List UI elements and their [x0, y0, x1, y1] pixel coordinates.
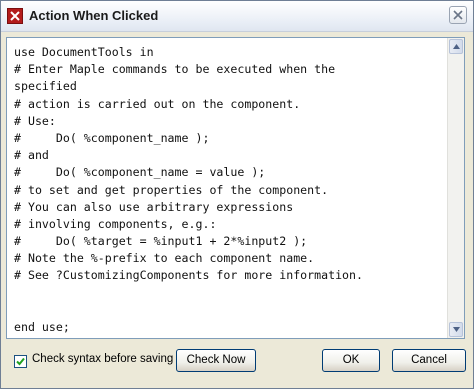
code-line: # and: [14, 148, 49, 163]
cancel-button[interactable]: Cancel: [392, 349, 466, 372]
maple-app-icon: [7, 8, 23, 24]
checkmark-icon: [16, 357, 25, 366]
check-syntax-label[interactable]: Check syntax before saving: [32, 353, 173, 365]
dialog-title: Action When Clicked: [29, 8, 159, 23]
code-line: # See ?CustomizingComponents for more in…: [14, 268, 364, 283]
dialog-footer: Check syntax before saving Check Now OK …: [1, 341, 473, 388]
code-line: end use;: [14, 320, 70, 334]
arrow-down-icon: [453, 327, 460, 332]
code-line: # Do( %component_name );: [14, 130, 210, 145]
check-syntax-checkbox[interactable]: [14, 355, 27, 368]
close-icon: [453, 10, 463, 20]
vertical-scrollbar[interactable]: [447, 38, 464, 338]
code-line: # Do( %component_name = value );: [14, 165, 266, 180]
scroll-down-button[interactable]: [449, 322, 463, 337]
scroll-up-button[interactable]: [449, 39, 463, 54]
action-dialog: Action When Clicked use DocumentTools in…: [0, 0, 474, 389]
code-editor[interactable]: use DocumentTools in # Enter Maple comman…: [6, 37, 465, 339]
title-bar[interactable]: Action When Clicked: [1, 1, 473, 32]
code-line: # Use:: [14, 113, 56, 128]
ok-button[interactable]: OK: [322, 349, 380, 372]
code-text[interactable]: use DocumentTools in # Enter Maple comman…: [14, 44, 444, 336]
code-line: specified: [14, 79, 77, 94]
code-line: # action is carried out on the component…: [14, 96, 301, 111]
close-button[interactable]: [449, 6, 467, 24]
code-line: use DocumentTools in: [14, 45, 154, 59]
code-line: # You can also use arbitrary expressions: [14, 199, 294, 214]
code-line: # involving components, e.g.:: [14, 216, 217, 231]
code-line: # Do( %target = %input1 + 2*%input2 );: [14, 234, 308, 249]
code-line: # to set and get properties of the compo…: [14, 182, 329, 197]
check-now-button[interactable]: Check Now: [176, 349, 256, 372]
arrow-up-icon: [453, 44, 460, 49]
code-line: # Enter Maple commands to be executed wh…: [14, 62, 336, 77]
code-line: # Note the %-prefix to each component na…: [14, 251, 315, 266]
